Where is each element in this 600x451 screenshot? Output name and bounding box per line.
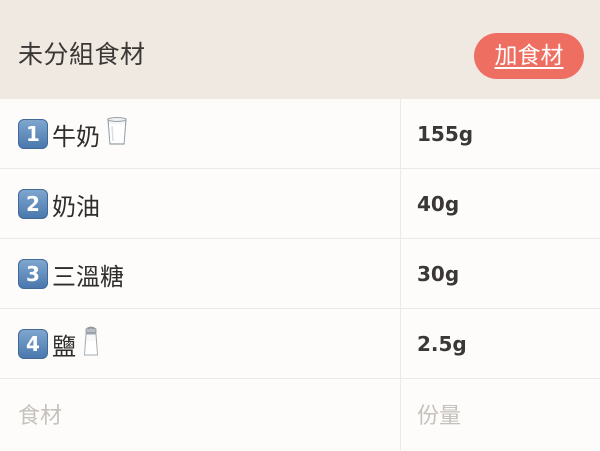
ingredient-name: 牛奶 — [52, 122, 100, 151]
ingredient-row[interactable]: 4 鹽 2.5g — [0, 309, 600, 379]
ingredient-name-cell[interactable]: 2 奶油 — [18, 169, 388, 239]
new-ingredient-name-input[interactable]: 食材 — [18, 379, 388, 449]
ingredient-row[interactable]: 2 奶油 40g — [0, 169, 600, 239]
ingredient-quantity: 155g — [417, 122, 474, 146]
ingredient-row[interactable]: 3 三溫糖 30g — [0, 239, 600, 309]
ingredient-quantity-cell[interactable]: 155g — [417, 99, 587, 169]
number-1-badge-icon: 1 — [18, 119, 48, 149]
ingredient-name-cell[interactable]: 1 牛奶 — [18, 99, 388, 169]
ingredient-name: 三溫糖 — [52, 262, 124, 291]
group-title: 未分組食材 — [18, 40, 146, 69]
ingredient-quantity-cell[interactable]: 30g — [417, 239, 587, 309]
number-2-badge-icon: 2 — [18, 189, 48, 219]
ingredient-name: 鹽 — [52, 332, 76, 361]
ingredient-quantity: 30g — [417, 262, 460, 286]
add-ingredient-button[interactable]: 加食材 — [474, 33, 584, 79]
number-4-badge-icon: 4 — [18, 329, 48, 359]
ingredient-quantity: 2.5g — [417, 332, 467, 356]
group-header: 未分組食材 加食材 — [0, 0, 600, 99]
ingredient-name-cell[interactable]: 4 鹽 — [18, 309, 388, 379]
ingredient-quantity-cell[interactable]: 40g — [417, 169, 587, 239]
ingredient-quantity-cell[interactable]: 2.5g — [417, 309, 587, 379]
new-ingredient-row[interactable]: 食材 份量 — [0, 379, 600, 451]
new-ingredient-quantity-input[interactable]: 份量 — [417, 379, 587, 449]
milk-glass-icon — [106, 116, 128, 152]
ingredient-row[interactable]: 1 牛奶 155g — [0, 99, 600, 169]
ingredient-table: 1 牛奶 155g 2 奶油 40g 3 三溫糖 30g 4 鹽 2.5g 食材… — [0, 99, 600, 451]
ingredient-name-cell[interactable]: 3 三溫糖 — [18, 239, 388, 309]
ingredient-quantity: 40g — [417, 192, 460, 216]
number-3-badge-icon: 3 — [18, 259, 48, 289]
salt-shaker-icon — [82, 325, 100, 363]
ingredient-name: 奶油 — [52, 192, 100, 221]
